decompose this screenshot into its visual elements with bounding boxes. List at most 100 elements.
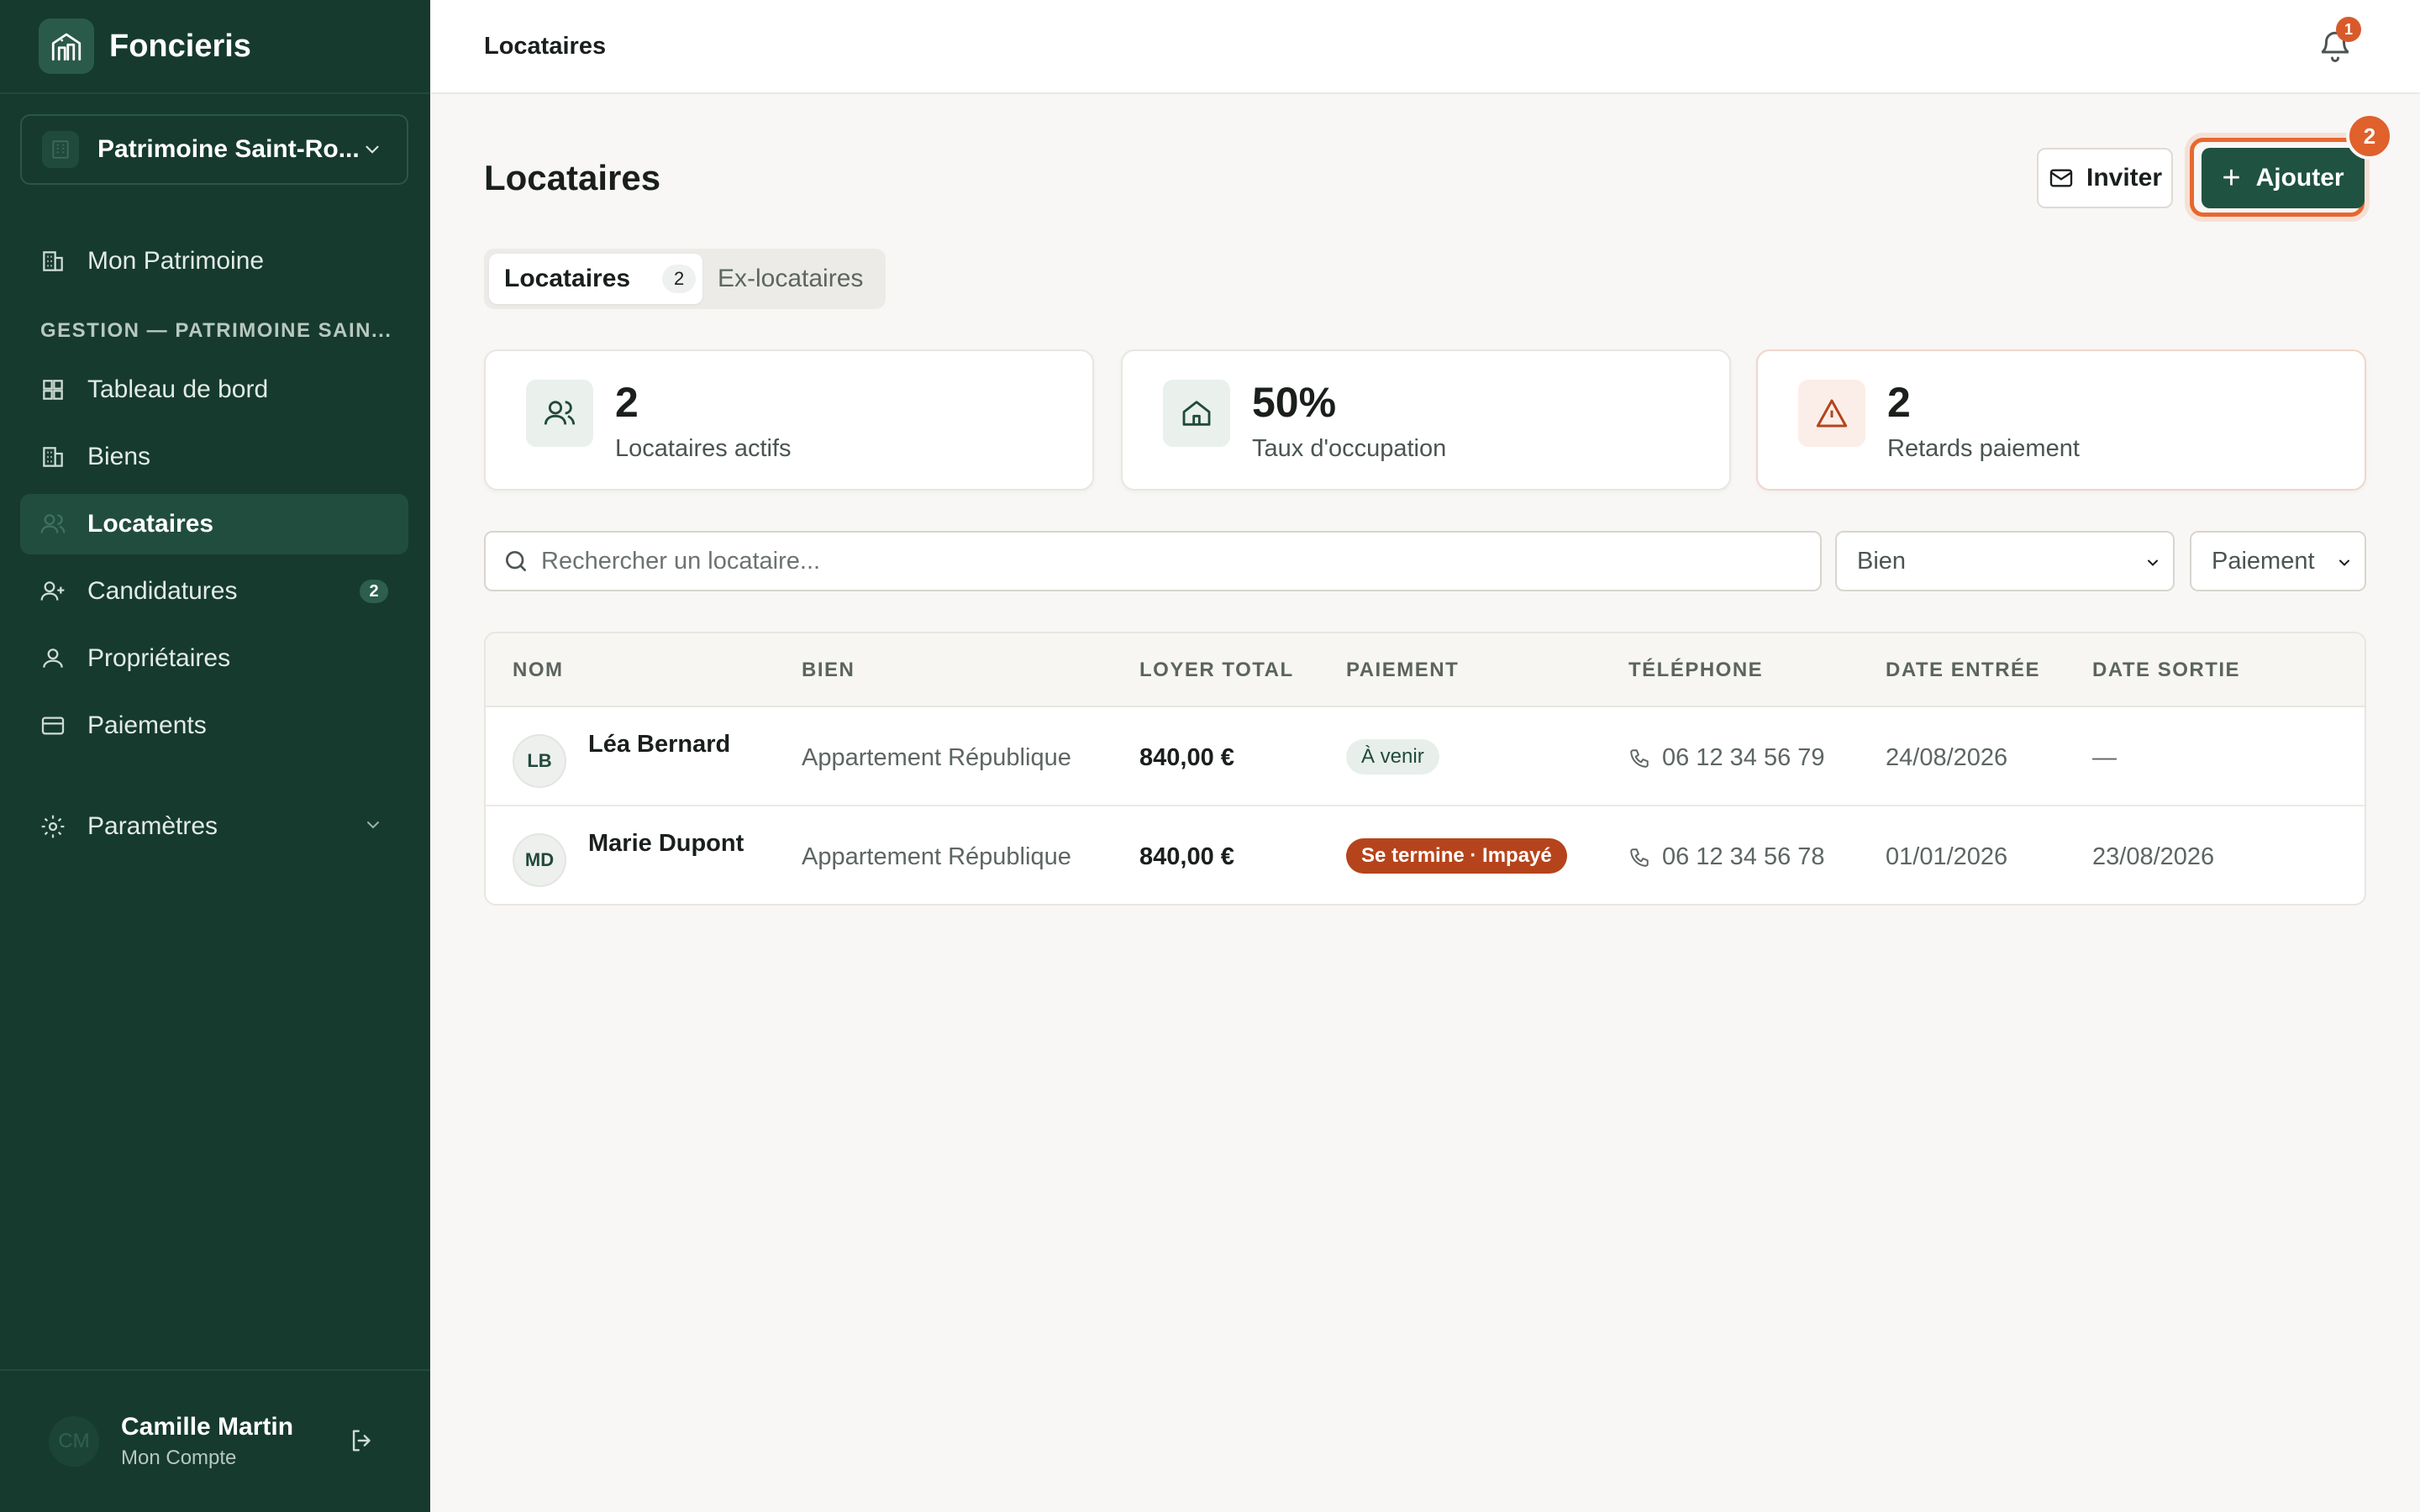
tab-locataires[interactable]: Locataires 2 [489,254,702,304]
chevron-down-icon [2148,559,2158,566]
patrimoine-selector[interactable]: Patrimoine Saint-Ro... [20,114,408,185]
logo-icon [39,18,94,74]
building-icon [39,247,67,276]
mail-icon [2049,169,2073,187]
column-header-bien[interactable]: BIEN [802,659,855,682]
tab-label: Ex-locataires [718,265,864,292]
tab-bar: Locataires 2 Ex-locataires [484,249,886,309]
sidebar-item-label: Biens [87,443,151,470]
sidebar-item-mon-patrimoine[interactable]: Mon Patrimoine [20,231,408,291]
sidebar-item-candidatures[interactable]: Candidatures 2 [20,561,408,622]
user-account[interactable]: CM Camille Martin Mon Compte [0,1369,430,1512]
chevron-down-icon [367,822,379,829]
tenant-phone[interactable]: 06 12 34 56 79 [1628,744,1825,772]
tenant-rent: 840,00 € [1139,843,1234,870]
tenant-date-sortie: — [2092,744,2117,771]
tenant-property: Appartement République [802,744,1071,771]
tenant-name[interactable]: Léa Bernard [588,731,730,759]
sidebar-item-label: Candidatures [87,577,238,605]
table-row[interactable]: MD Marie Dupont Appartement République 8… [486,806,2365,904]
tenant-name[interactable]: Marie Dupont [588,830,744,858]
add-button-label: Ajouter [2255,164,2344,192]
filter-bien-select[interactable]: Bien [1835,531,2175,591]
tenant-date-entree: 01/01/2026 [1886,843,2008,870]
sidebar-item-locataires[interactable]: Locataires [20,494,408,554]
search-placeholder: Rechercher un locataire... [541,547,821,575]
column-header-paiement[interactable]: PAIEMENT [1346,659,1459,682]
sidebar-item-label: Locataires [87,510,214,538]
notifications-button[interactable]: 1 [2317,17,2361,68]
tenant-phone[interactable]: 06 12 34 56 78 [1628,843,1825,871]
dashboard-icon [39,375,67,404]
logout-icon[interactable] [348,1426,376,1459]
phone-icon [1630,848,1649,867]
avatar: LB [513,734,566,788]
status-badge: Se termine · Impayé [1346,838,1567,874]
stat-label: Retards paiement [1887,435,2080,462]
sidebar-item-biens[interactable]: Biens [20,427,408,487]
status-badge: À venir [1346,739,1439,774]
sidebar-item-paiements[interactable]: Paiements [20,696,408,756]
stat-value: 2 [1887,379,1911,426]
brand-name: Foncieris [109,28,251,64]
sidebar-item-label: Paiements [87,711,207,739]
sidebar: Foncieris Patrimoine Saint-Ro... Mon Pat… [0,0,430,1512]
stat-value: 2 [615,379,639,426]
sidebar-item-tableau-de-bord[interactable]: Tableau de bord [20,360,408,420]
topbar: Locataires 1 [430,0,2420,94]
users-icon [526,380,593,447]
user-plus-icon [39,577,67,606]
sidebar-item-proprietaires[interactable]: Propriétaires [20,628,408,689]
avatar: CM [49,1416,99,1467]
patrimoine-selector-label: Patrimoine Saint-Ro... [97,135,360,163]
filter-bien-value: Bien [1857,547,1907,575]
tab-ex-locataires[interactable]: Ex-locataires [702,254,878,304]
stat-card-retards-paiement: 2 Retards paiement [1756,349,2366,491]
stat-label: Locataires actifs [615,435,792,462]
step-badge: 2 [2346,113,2393,160]
sidebar-item-label: Paramètres [87,812,218,840]
phone-icon [1630,748,1649,768]
search-input[interactable]: Rechercher un locataire... [484,531,1822,591]
filter-paiement-select[interactable]: Paiement [2190,531,2366,591]
sidebar-item-label: Tableau de bord [87,375,269,403]
tenant-date-sortie: 23/08/2026 [2092,843,2215,870]
tenant-phone-number: 06 12 34 56 78 [1662,843,1825,870]
tenant-phone-number: 06 12 34 56 79 [1662,744,1825,771]
plus-icon: + [2222,160,2241,196]
column-header-date-entree[interactable]: DATE ENTRÉE [1886,659,2040,682]
sidebar-item-parametres[interactable]: Paramètres [20,796,408,857]
building-icon [39,443,67,471]
filter-paiement-value: Paiement [2212,547,2315,575]
stat-label: Taux d'occupation [1252,435,1447,462]
column-header-nom[interactable]: NOM [513,659,564,682]
user-icon [39,644,67,673]
chevron-down-icon [366,145,379,154]
stat-card-taux-occupation: 50% Taux d'occupation [1121,349,1731,491]
notification-badge: 1 [2336,17,2361,42]
column-header-date-sortie[interactable]: DATE SORTIE [2092,659,2240,682]
brand[interactable]: Foncieris [0,0,430,94]
page-title: Locataires [484,158,661,197]
tenant-property: Appartement République [802,843,1071,870]
column-header-telephone[interactable]: TÉLÉPHONE [1628,659,1763,682]
invite-button[interactable]: Inviter [2037,148,2173,208]
section-label: GESTION — PATRIMOINE SAIN... [40,319,392,342]
building-icon [42,131,79,168]
stat-value: 50% [1252,379,1337,426]
sidebar-item-label: Propriétaires [87,644,231,672]
add-button[interactable]: + Ajouter [2202,148,2365,208]
chevron-down-icon [2339,559,2349,566]
user-subtitle: Mon Compte [121,1446,237,1469]
sidebar-item-label: Mon Patrimoine [87,247,265,275]
tab-label: Locataires [504,265,631,292]
avatar: MD [513,833,566,887]
users-icon [39,510,67,538]
table-row[interactable]: LB Léa Bernard Appartement République 84… [486,707,2365,806]
column-header-loyer[interactable]: LOYER TOTAL [1139,659,1294,682]
table-header: NOM BIEN LOYER TOTAL PAIEMENT TÉLÉPHONE … [486,633,2365,707]
warning-icon [1798,380,1865,447]
tab-count-badge: 2 [662,265,697,293]
user-name: Camille Martin [121,1413,294,1441]
tenant-date-entree: 24/08/2026 [1886,744,2008,771]
